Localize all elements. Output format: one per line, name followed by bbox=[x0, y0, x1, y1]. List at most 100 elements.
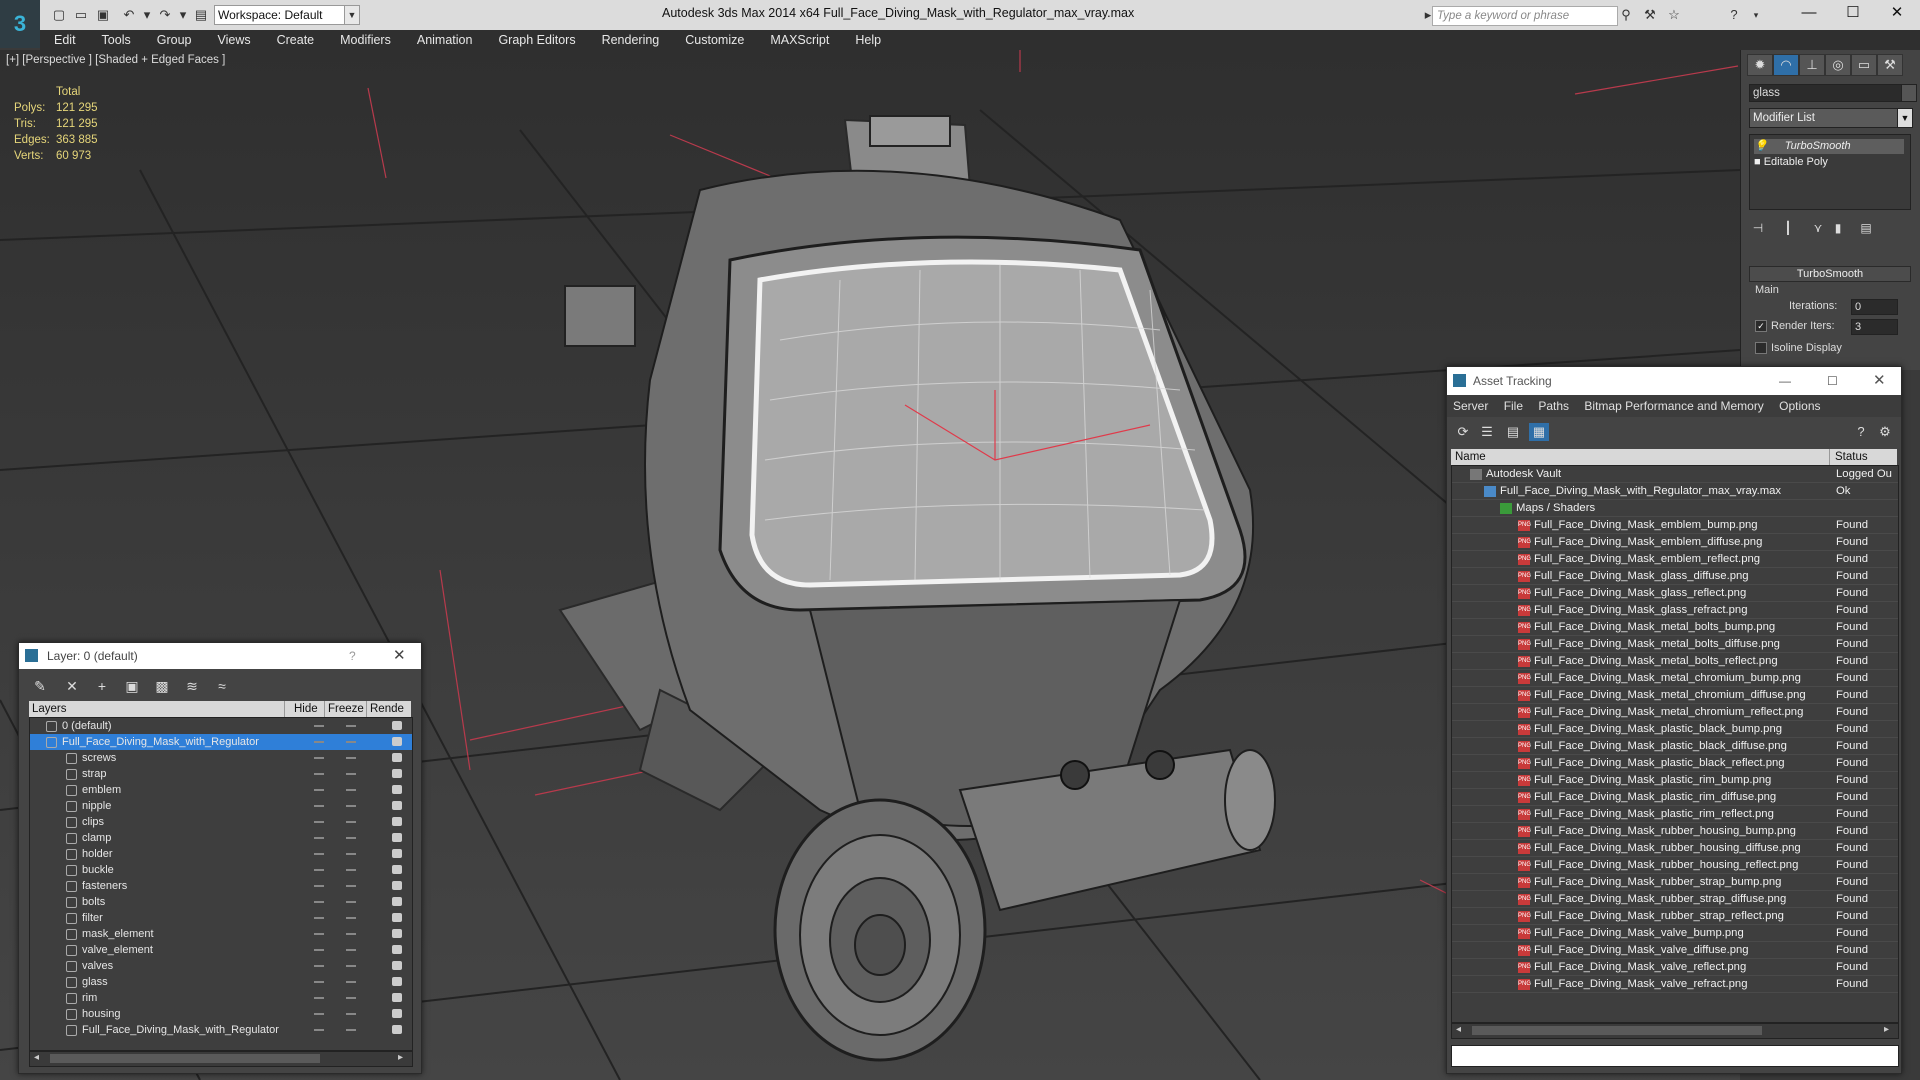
asset-row[interactable]: PNG Full_Face_Diving_Mask_plastic_rim_bum… bbox=[1452, 772, 1898, 789]
delete-layer-icon[interactable]: ✕ bbox=[61, 677, 83, 695]
asset-minimize-icon[interactable]: — bbox=[1779, 367, 1791, 395]
freeze-toggle[interactable] bbox=[346, 997, 356, 999]
menu-help[interactable]: Help bbox=[842, 33, 894, 47]
asset-row[interactable]: PNG Full_Face_Diving_Mask_metal_chromium_… bbox=[1452, 704, 1898, 721]
render-teapot-icon[interactable] bbox=[392, 929, 402, 938]
close-button[interactable]: ✕ bbox=[1874, 0, 1920, 26]
undo-dropdown-icon[interactable]: ▾ bbox=[138, 6, 156, 24]
app-logo-icon[interactable]: 3 bbox=[0, 0, 40, 48]
add-to-layer-icon[interactable]: + bbox=[91, 677, 113, 695]
freeze-toggle[interactable] bbox=[346, 725, 356, 727]
asset-row[interactable]: PNG Full_Face_Diving_Mask_glass_refract.p… bbox=[1452, 602, 1898, 619]
render-teapot-icon[interactable] bbox=[392, 833, 402, 842]
scroll-left-icon[interactable]: ◂ bbox=[34, 1052, 39, 1063]
asset-row[interactable]: PNG Full_Face_Diving_Mask_rubber_housing_… bbox=[1452, 857, 1898, 874]
asset-row[interactable]: Autodesk Vault Logged Ou bbox=[1452, 466, 1898, 483]
hierarchy-tab-icon[interactable]: ⊥ bbox=[1799, 54, 1825, 76]
layer-close-icon[interactable]: ✕ bbox=[393, 643, 406, 669]
layer-row[interactable]: clips bbox=[30, 814, 412, 830]
diving-mask-model[interactable] bbox=[558, 115, 1276, 1062]
render-teapot-icon[interactable] bbox=[392, 897, 402, 906]
asset-row[interactable]: PNG Full_Face_Diving_Mask_plastic_black_d… bbox=[1452, 738, 1898, 755]
asset-row[interactable]: Full_Face_Diving_Mask_with_Regulator_max… bbox=[1452, 483, 1898, 500]
table-view-icon[interactable]: ▦ bbox=[1529, 423, 1549, 441]
minimize-button[interactable]: — bbox=[1786, 0, 1832, 26]
asset-row[interactable]: PNG Full_Face_Diving_Mask_emblem_bump.png… bbox=[1452, 517, 1898, 534]
asset-row[interactable]: PNG Full_Face_Diving_Mask_emblem_reflect.… bbox=[1452, 551, 1898, 568]
layers-column-header[interactable]: Layers bbox=[29, 701, 285, 717]
create-tab-icon[interactable]: ✹ bbox=[1747, 54, 1773, 76]
layer-row[interactable]: strap bbox=[30, 766, 412, 782]
utilities-tab-icon[interactable]: ⚒ bbox=[1877, 54, 1903, 76]
freeze-toggle[interactable] bbox=[346, 981, 356, 983]
layer-row[interactable]: valves bbox=[30, 958, 412, 974]
asset-row[interactable]: PNG Full_Face_Diving_Mask_rubber_strap_re… bbox=[1452, 908, 1898, 925]
name-column-header[interactable]: Name bbox=[1451, 449, 1830, 465]
list-view-icon[interactable]: ☰ bbox=[1477, 423, 1497, 441]
asset-row[interactable]: PNG Full_Face_Diving_Mask_emblem_diffuse.… bbox=[1452, 534, 1898, 551]
help-icon[interactable]: ? bbox=[1724, 6, 1744, 24]
layer-row[interactable]: holder bbox=[30, 846, 412, 862]
render-teapot-icon[interactable] bbox=[392, 849, 402, 858]
layer-row[interactable]: bolts bbox=[30, 894, 412, 910]
hide-toggle[interactable] bbox=[314, 885, 324, 887]
menu-graph-editors[interactable]: Graph Editors bbox=[485, 33, 588, 47]
asset-row[interactable]: PNG Full_Face_Diving_Mask_rubber_housing_… bbox=[1452, 823, 1898, 840]
menu-edit[interactable]: Edit bbox=[40, 33, 89, 47]
freeze-toggle[interactable] bbox=[346, 821, 356, 823]
highlight-layer-icon[interactable]: ▩ bbox=[151, 677, 173, 695]
layer-row[interactable]: nipple bbox=[30, 798, 412, 814]
asset-menu-options[interactable]: Options bbox=[1773, 399, 1826, 413]
layer-row[interactable]: Full_Face_Diving_Mask_with_Regulator bbox=[30, 1022, 412, 1038]
freeze-toggle[interactable] bbox=[346, 789, 356, 791]
maximize-button[interactable]: ☐ bbox=[1830, 0, 1876, 26]
hide-toggle[interactable] bbox=[314, 997, 324, 999]
freeze-toggle[interactable] bbox=[346, 805, 356, 807]
hide-toggle[interactable] bbox=[314, 917, 324, 919]
asset-settings-icon[interactable]: ⚙ bbox=[1875, 423, 1895, 441]
layer-row[interactable]: filter bbox=[30, 910, 412, 926]
hide-toggle[interactable] bbox=[314, 757, 324, 759]
tree-view-icon[interactable]: ▤ bbox=[1503, 423, 1523, 441]
freeze-toggle[interactable] bbox=[346, 853, 356, 855]
render-teapot-icon[interactable] bbox=[392, 865, 402, 874]
freeze-toggle[interactable] bbox=[346, 901, 356, 903]
freeze-toggle[interactable] bbox=[346, 757, 356, 759]
redo-icon[interactable]: ↷ bbox=[156, 6, 174, 24]
render-teapot-icon[interactable] bbox=[392, 1025, 402, 1034]
hide-all-icon[interactable]: ≋ bbox=[181, 677, 203, 695]
render-teapot-icon[interactable] bbox=[392, 769, 402, 778]
render-column-header[interactable]: Rende bbox=[367, 701, 410, 717]
asset-row[interactable]: PNG Full_Face_Diving_Mask_metal_bolts_ref… bbox=[1452, 653, 1898, 670]
asset-menu-file[interactable]: File bbox=[1498, 399, 1529, 413]
layer-row[interactable]: valve_element bbox=[30, 942, 412, 958]
render-teapot-icon[interactable] bbox=[392, 817, 402, 826]
render-teapot-icon[interactable] bbox=[392, 785, 402, 794]
layer-row[interactable]: housing bbox=[30, 1006, 412, 1022]
freeze-toggle[interactable] bbox=[346, 965, 356, 967]
asset-row[interactable]: PNG Full_Face_Diving_Mask_valve_diffuse.p… bbox=[1452, 942, 1898, 959]
lightbulb-icon[interactable]: 💡 bbox=[1754, 140, 1768, 152]
stack-item-turbosmooth[interactable]: 💡 TurboSmooth bbox=[1754, 139, 1904, 154]
pin-stack-icon[interactable]: ⊣ bbox=[1747, 218, 1769, 238]
hide-toggle[interactable] bbox=[314, 1013, 324, 1015]
isoline-display-checkbox[interactable] bbox=[1755, 342, 1767, 354]
layer-row[interactable]: Full_Face_Diving_Mask_with_Regulator bbox=[30, 734, 412, 750]
scroll-thumb[interactable] bbox=[50, 1054, 320, 1063]
hide-toggle[interactable] bbox=[314, 1029, 324, 1031]
asset-row[interactable]: PNG Full_Face_Diving_Mask_plastic_black_r… bbox=[1452, 755, 1898, 772]
asset-row[interactable]: PNG Full_Face_Diving_Mask_glass_diffuse.p… bbox=[1452, 568, 1898, 585]
binoculars-icon[interactable]: ⚲ bbox=[1616, 6, 1636, 24]
asset-help-icon[interactable]: ? bbox=[1851, 423, 1871, 441]
layer-row[interactable]: rim bbox=[30, 990, 412, 1006]
hide-toggle[interactable] bbox=[314, 949, 324, 951]
hide-toggle[interactable] bbox=[314, 805, 324, 807]
show-end-result-icon[interactable]: ┃ bbox=[1777, 218, 1799, 238]
scroll-right-icon[interactable]: ▸ bbox=[398, 1052, 403, 1063]
hide-toggle[interactable] bbox=[314, 869, 324, 871]
render-iters-spinner[interactable]: 3 bbox=[1851, 319, 1898, 335]
favorites-star-icon[interactable]: ☆ bbox=[1664, 6, 1684, 24]
render-teapot-icon[interactable] bbox=[392, 737, 402, 746]
asset-menu-paths[interactable]: Paths bbox=[1532, 399, 1575, 413]
hide-toggle[interactable] bbox=[314, 933, 324, 935]
